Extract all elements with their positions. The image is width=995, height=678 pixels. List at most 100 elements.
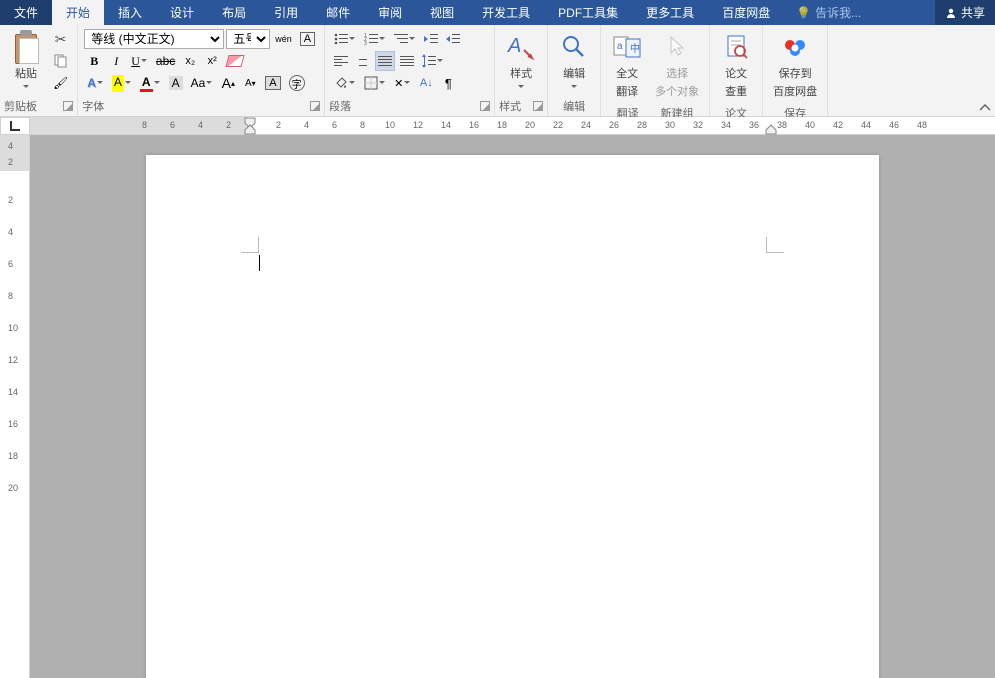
borders-icon xyxy=(364,76,378,90)
tab-moretools[interactable]: 更多工具 xyxy=(632,0,708,25)
ribbon: 粘贴 剪贴板 等线 (中文正文) 五号 wén A B I xyxy=(0,25,995,117)
document-page[interactable] xyxy=(146,155,879,678)
document-canvas[interactable]: 8 6 4 2 2 4 6 8 10 12 14 16 18 20 22 24 … xyxy=(30,117,995,678)
copy-icon xyxy=(54,54,68,68)
tab-insert[interactable]: 插入 xyxy=(104,0,156,25)
chevron-down-icon xyxy=(153,79,161,87)
shading-button[interactable] xyxy=(331,73,359,93)
align-left-icon xyxy=(334,56,348,66)
line-spacing-button[interactable] xyxy=(419,51,447,71)
chevron-down-icon xyxy=(408,35,416,43)
font-size-combo[interactable]: 五号 xyxy=(226,29,270,49)
share-button[interactable]: 共享 xyxy=(935,0,995,25)
paste-button[interactable]: 粘贴 xyxy=(4,27,48,95)
right-indent-marker[interactable] xyxy=(765,124,777,138)
find-icon xyxy=(558,31,590,63)
tab-review[interactable]: 审阅 xyxy=(364,0,416,25)
align-left-button[interactable] xyxy=(331,51,351,71)
shrink-font-button[interactable]: A▾ xyxy=(240,73,260,93)
align-distribute-button[interactable] xyxy=(397,51,417,71)
tab-selector[interactable] xyxy=(0,117,30,135)
grow-font-button[interactable]: A▴ xyxy=(218,73,238,93)
strikethrough-button[interactable]: abc xyxy=(153,51,178,71)
char-border-button[interactable]: A xyxy=(297,29,318,49)
dialog-launcher-clipboard[interactable] xyxy=(63,101,73,111)
tab-references[interactable]: 引用 xyxy=(260,0,312,25)
translate-icon: a中 xyxy=(611,31,643,63)
numbering-icon: 123 xyxy=(364,33,378,45)
format-painter-button[interactable] xyxy=(50,73,71,93)
eraser-icon xyxy=(226,55,245,67)
styles-button[interactable]: A 样式 xyxy=(499,27,543,95)
chevron-down-icon xyxy=(205,79,213,87)
show-marks-button[interactable]: ¶ xyxy=(438,73,458,93)
paint-bucket-icon xyxy=(334,76,348,90)
collapse-ribbon-button[interactable] xyxy=(975,25,995,116)
svg-text:3: 3 xyxy=(364,41,367,45)
align-justify-button[interactable] xyxy=(375,51,395,71)
dialog-launcher-paragraph[interactable] xyxy=(480,101,490,111)
superscript-button[interactable]: x² xyxy=(202,51,222,71)
tab-home[interactable]: 开始 xyxy=(52,0,104,25)
circled-char-button[interactable]: 字 xyxy=(286,73,308,93)
clipboard-icon xyxy=(10,31,42,63)
group-translate: a中 全文 翻译 选择 多个对象 翻译新建组 xyxy=(601,25,710,116)
underline-button[interactable]: U xyxy=(128,51,151,71)
dialog-launcher-font[interactable] xyxy=(310,101,320,111)
font-name-combo[interactable]: 等线 (中文正文) xyxy=(84,29,224,49)
select-objects-button: 选择 多个对象 xyxy=(649,27,705,103)
chevron-down-icon xyxy=(96,79,104,87)
tell-me-placeholder: 告诉我... xyxy=(815,4,861,21)
chevron-down-icon xyxy=(570,83,578,91)
full-translate-button[interactable]: a中 全文 翻译 xyxy=(605,27,649,103)
tab-design[interactable]: 设计 xyxy=(156,0,208,25)
tab-pdftools[interactable]: PDF工具集 xyxy=(544,0,632,25)
hanging-indent-marker[interactable] xyxy=(244,124,256,138)
cursor-icon xyxy=(661,31,693,63)
tab-view[interactable]: 视图 xyxy=(416,0,468,25)
vertical-ruler[interactable]: 4 2 2 4 6 8 10 12 14 16 18 20 xyxy=(0,135,30,678)
copy-button[interactable] xyxy=(50,51,71,71)
change-case-button[interactable]: Aa xyxy=(188,73,217,93)
chevron-down-icon xyxy=(22,83,30,91)
thesis-icon xyxy=(720,31,752,63)
chevron-down-icon xyxy=(348,35,356,43)
text-effects-button[interactable]: A xyxy=(84,73,107,93)
tab-developer[interactable]: 开发工具 xyxy=(468,0,544,25)
align-center-button[interactable] xyxy=(353,51,373,71)
editing-button[interactable]: 编辑 xyxy=(552,27,596,95)
phonetic-guide-button[interactable]: wén xyxy=(272,29,295,49)
line-spacing-icon xyxy=(422,54,436,68)
italic-button[interactable]: I xyxy=(106,51,126,71)
group-label-paragraph: 段落 xyxy=(329,98,351,114)
thesis-check-button[interactable]: 论文 查重 xyxy=(714,27,758,103)
highlight-button[interactable]: A xyxy=(109,73,135,93)
clear-format-button[interactable] xyxy=(224,51,246,71)
tab-mail[interactable]: 邮件 xyxy=(312,0,364,25)
tell-me-search[interactable]: 💡 告诉我... xyxy=(792,0,865,25)
subscript-button[interactable]: x₂ xyxy=(180,51,200,71)
tab-file[interactable]: 文件 xyxy=(0,0,52,25)
ribbon-tabs: 文件 开始 插入 设计 布局 引用 邮件 审阅 视图 开发工具 PDF工具集 更… xyxy=(0,0,995,25)
horizontal-ruler[interactable]: 8 6 4 2 2 4 6 8 10 12 14 16 18 20 22 24 … xyxy=(30,117,995,135)
borders-button[interactable] xyxy=(361,73,389,93)
sort-button[interactable]: A↓ xyxy=(416,73,436,93)
bullets-button[interactable] xyxy=(331,29,359,49)
decrease-indent-button[interactable] xyxy=(421,29,441,49)
save-to-baidu-button[interactable]: 保存到 百度网盘 xyxy=(767,27,823,103)
asian-layout-button[interactable]: ✕ xyxy=(391,73,414,93)
tab-layout[interactable]: 布局 xyxy=(208,0,260,25)
multilevel-list-button[interactable] xyxy=(391,29,419,49)
numbering-button[interactable]: 123 xyxy=(361,29,389,49)
font-color-button[interactable]: A xyxy=(137,73,164,93)
char-shading-button[interactable]: A xyxy=(166,73,186,93)
bold-button[interactable]: B xyxy=(84,51,104,71)
align-center-icon xyxy=(356,56,370,66)
increase-indent-button[interactable] xyxy=(443,29,463,49)
cut-button[interactable] xyxy=(50,29,71,49)
tab-baidudisk[interactable]: 百度网盘 xyxy=(708,0,784,25)
outdent-icon xyxy=(424,33,438,45)
dialog-launcher-styles[interactable] xyxy=(533,101,543,111)
indent-icon xyxy=(446,33,460,45)
enclosed-char-button[interactable]: A xyxy=(262,73,283,93)
